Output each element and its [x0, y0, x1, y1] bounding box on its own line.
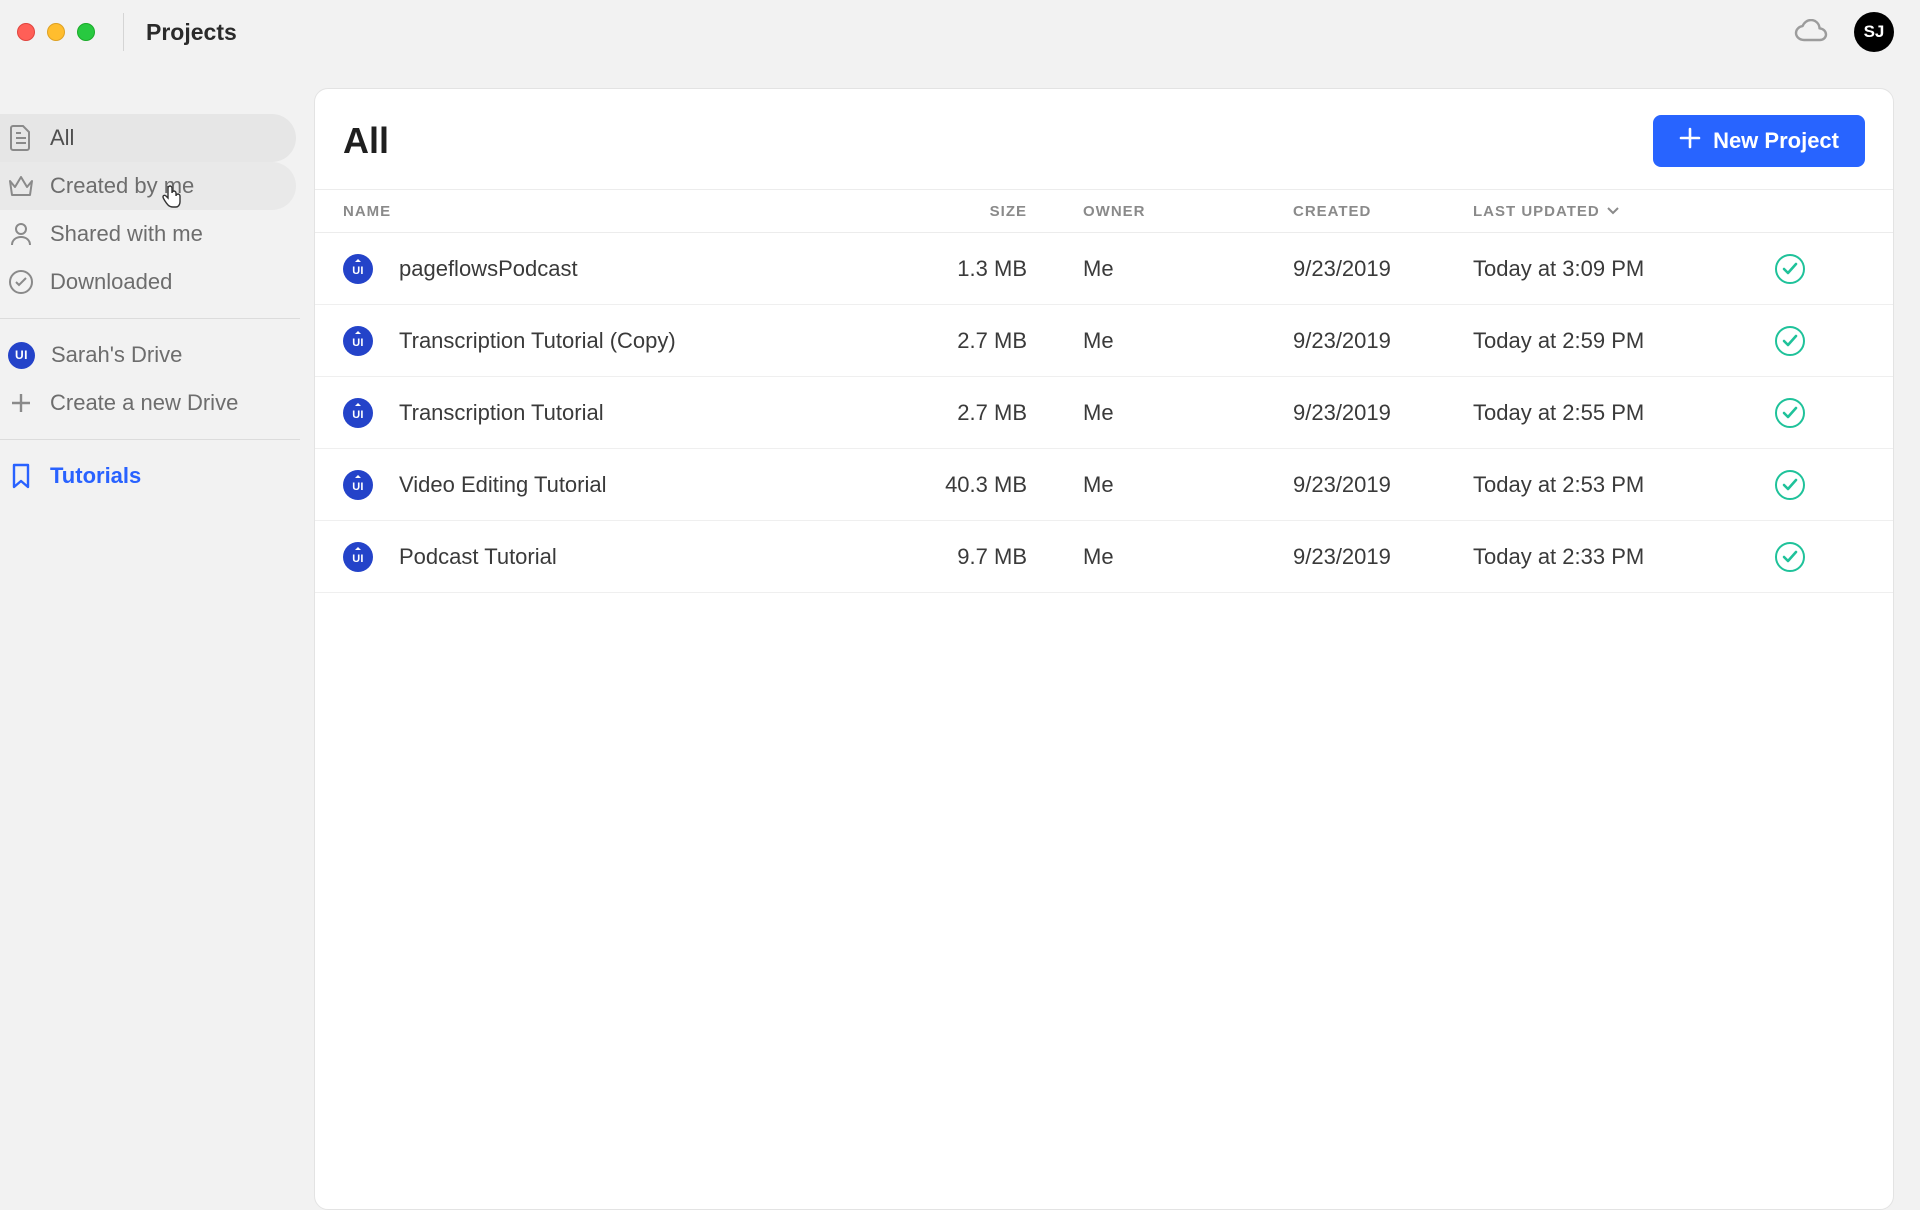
table-row[interactable]: UI pageflowsPodcast 1.3 MB Me 9/23/2019 …: [315, 233, 1893, 305]
chevron-down-icon: [1606, 203, 1620, 220]
document-icon: [8, 125, 34, 151]
table-row[interactable]: UI Podcast Tutorial 9.7 MB Me 9/23/2019 …: [315, 521, 1893, 593]
row-updated: Today at 2:33 PM: [1473, 544, 1773, 570]
row-created: 9/23/2019: [1293, 256, 1473, 282]
table-row[interactable]: UI Video Editing Tutorial 40.3 MB Me 9/2…: [315, 449, 1893, 521]
sidebar-create-drive[interactable]: Create a new Drive: [0, 379, 296, 427]
sidebar-filter-label: Created by me: [50, 173, 194, 199]
column-header-updated-label: LAST UPDATED: [1473, 203, 1600, 220]
row-owner: Me: [1083, 544, 1293, 570]
plus-icon: [8, 392, 34, 414]
sync-status-ok-icon: [1775, 470, 1805, 500]
row-name: Transcription Tutorial: [399, 400, 604, 426]
sidebar-filter-downloaded[interactable]: Downloaded: [0, 258, 296, 306]
row-created: 9/23/2019: [1293, 400, 1473, 426]
sidebar-filter-all[interactable]: All: [0, 114, 296, 162]
row-owner: Me: [1083, 256, 1293, 282]
row-created: 9/23/2019: [1293, 544, 1473, 570]
row-created: 9/23/2019: [1293, 328, 1473, 354]
row-owner: Me: [1083, 400, 1293, 426]
sync-status-ok-icon: [1775, 542, 1805, 572]
row-size: 1.3 MB: [903, 256, 1083, 282]
column-header-size[interactable]: SIZE: [903, 203, 1083, 220]
table-row[interactable]: UI Transcription Tutorial (Copy) 2.7 MB …: [315, 305, 1893, 377]
table-row[interactable]: UI Transcription Tutorial 2.7 MB Me 9/23…: [315, 377, 1893, 449]
row-size: 2.7 MB: [903, 400, 1083, 426]
sidebar-filter-label: Downloaded: [50, 269, 172, 295]
title-divider: [123, 13, 124, 51]
bookmark-icon: [8, 463, 34, 489]
column-header-created[interactable]: CREATED: [1293, 203, 1473, 220]
window-minimize-button[interactable]: [47, 23, 65, 41]
page-title: All: [343, 120, 389, 162]
column-header-updated[interactable]: LAST UPDATED: [1473, 203, 1773, 220]
sidebar-tutorials-label: Tutorials: [50, 463, 141, 489]
user-avatar[interactable]: SJ: [1854, 12, 1894, 52]
sidebar-filter-label: All: [50, 125, 74, 151]
crown-icon: [8, 175, 34, 197]
row-owner: Me: [1083, 472, 1293, 498]
sync-status-ok-icon: [1775, 398, 1805, 428]
cloud-sync-icon[interactable]: [1794, 19, 1828, 45]
project-file-icon: UI: [343, 470, 373, 500]
project-file-icon: UI: [343, 398, 373, 428]
check-circle-icon: [8, 269, 34, 295]
row-name: Video Editing Tutorial: [399, 472, 607, 498]
sync-status-ok-icon: [1775, 254, 1805, 284]
row-size: 9.7 MB: [903, 544, 1083, 570]
row-owner: Me: [1083, 328, 1293, 354]
window-close-button[interactable]: [17, 23, 35, 41]
row-updated: Today at 3:09 PM: [1473, 256, 1773, 282]
sidebar-filter-created-by-me[interactable]: Created by me: [0, 162, 296, 210]
project-file-icon: UI: [343, 254, 373, 284]
row-updated: Today at 2:59 PM: [1473, 328, 1773, 354]
window-zoom-button[interactable]: [77, 23, 95, 41]
new-project-button[interactable]: New Project: [1653, 115, 1865, 167]
sidebar-divider: [0, 318, 300, 319]
sidebar-tutorials[interactable]: Tutorials: [0, 452, 296, 500]
row-name: Transcription Tutorial (Copy): [399, 328, 676, 354]
column-header-name[interactable]: NAME: [343, 203, 903, 220]
plus-icon: [1679, 127, 1701, 155]
row-updated: Today at 2:55 PM: [1473, 400, 1773, 426]
sync-status-ok-icon: [1775, 326, 1805, 356]
sidebar-filter-shared-with-me[interactable]: Shared with me: [0, 210, 296, 258]
row-created: 9/23/2019: [1293, 472, 1473, 498]
drive-badge-text: UI: [15, 348, 28, 362]
sidebar-drive[interactable]: UI Sarah's Drive: [0, 331, 296, 379]
sidebar-divider: [0, 439, 300, 440]
row-name: Podcast Tutorial: [399, 544, 557, 570]
row-name: pageflowsPodcast: [399, 256, 578, 282]
column-header-owner[interactable]: OWNER: [1083, 203, 1293, 220]
row-size: 2.7 MB: [903, 328, 1083, 354]
sidebar-drive-label: Sarah's Drive: [51, 342, 182, 368]
project-file-icon: UI: [343, 326, 373, 356]
new-project-label: New Project: [1713, 128, 1839, 154]
row-updated: Today at 2:53 PM: [1473, 472, 1773, 498]
project-file-icon: UI: [343, 542, 373, 572]
sidebar-create-drive-label: Create a new Drive: [50, 390, 238, 416]
row-size: 40.3 MB: [903, 472, 1083, 498]
person-icon: [8, 221, 34, 247]
window-title: Projects: [146, 19, 237, 46]
avatar-initials: SJ: [1864, 22, 1885, 42]
drive-badge-icon: UI: [8, 342, 35, 369]
sidebar-filter-label: Shared with me: [50, 221, 203, 247]
